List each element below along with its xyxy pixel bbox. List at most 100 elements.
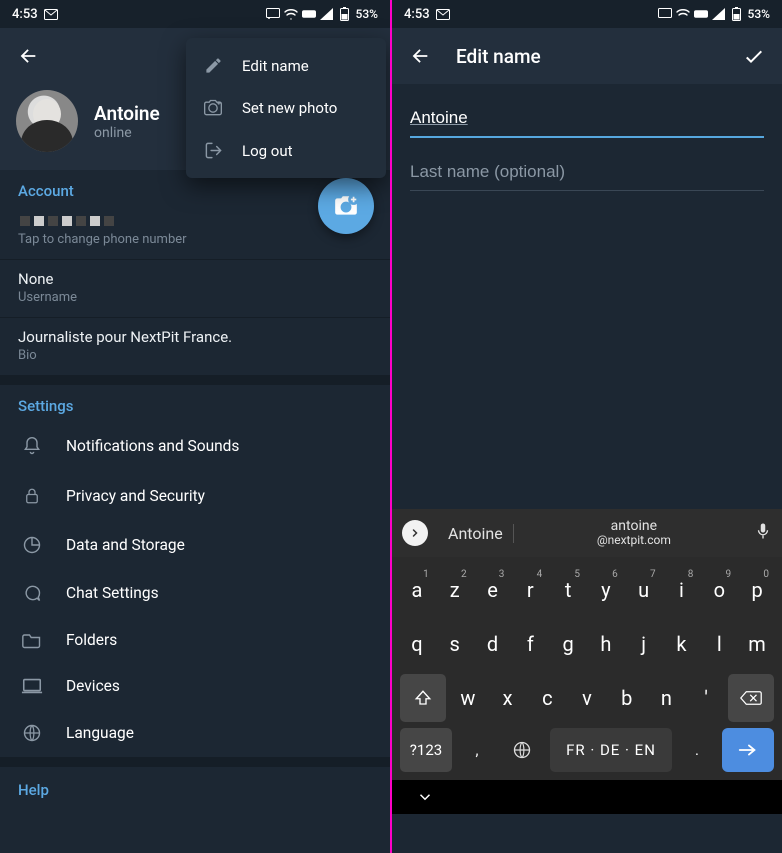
key-a[interactable]: a1 [400, 566, 434, 614]
key-u[interactable]: u7 [627, 566, 661, 614]
menu-photo-label: Set new photo [242, 99, 337, 117]
key-e[interactable]: e3 [476, 566, 510, 614]
key-backspace[interactable] [728, 674, 774, 722]
key-d[interactable]: d [476, 620, 510, 668]
key-symbols[interactable]: ?123 [400, 728, 452, 772]
key-period[interactable]: . [680, 728, 714, 772]
key-t[interactable]: t5 [551, 566, 585, 614]
last-name-field[interactable] [410, 156, 764, 191]
cast-icon [266, 7, 280, 21]
phone-sub: Tap to change phone number [18, 232, 372, 247]
setting-data[interactable]: Data and Storage [0, 521, 390, 569]
key-i[interactable]: i8 [665, 566, 699, 614]
setting-language[interactable]: Language [0, 709, 390, 757]
mail-icon [436, 7, 450, 21]
key-w[interactable]: w [450, 674, 486, 722]
fab-add-photo[interactable] [318, 178, 374, 234]
setting-label: Chat Settings [66, 584, 159, 602]
key-l[interactable]: l [702, 620, 736, 668]
vowifi-icon [694, 7, 708, 21]
suggestion-expand[interactable] [402, 520, 428, 546]
key-m[interactable]: m [740, 620, 774, 668]
menu-edit-label: Edit name [242, 57, 309, 75]
suggestion-primary[interactable]: Antoine [438, 524, 514, 543]
profile-status: online [94, 125, 160, 141]
setting-devices[interactable]: Devices [0, 663, 390, 709]
android-navbar [392, 780, 782, 814]
username-sub: Username [18, 290, 372, 305]
username-entry[interactable]: None Username [0, 260, 390, 317]
key-space[interactable]: FR · DE · EN [550, 728, 672, 772]
menu-logout[interactable]: Log out [186, 129, 386, 172]
key-apostrophe[interactable]: ' [688, 674, 724, 722]
battery-pct: 53% [748, 7, 770, 21]
help-header: Help [0, 767, 390, 803]
first-name-field[interactable] [410, 102, 764, 138]
kb-row-3: w x c v b n ' [396, 671, 778, 725]
setting-label: Notifications and Sounds [66, 437, 239, 455]
phone-left: 4:53 53% Antoine online Edit name [0, 0, 390, 853]
battery-pct: 53% [356, 7, 378, 21]
back-button[interactable] [14, 42, 42, 70]
edit-body [392, 84, 782, 509]
key-b[interactable]: b [609, 674, 645, 722]
wifi-icon [284, 7, 298, 21]
lock-icon [20, 485, 44, 507]
back-button[interactable] [406, 42, 434, 70]
key-s[interactable]: s [438, 620, 472, 668]
laptop-icon [20, 677, 44, 695]
key-p[interactable]: p0 [740, 566, 774, 614]
key-v[interactable]: v [569, 674, 605, 722]
key-c[interactable]: c [529, 674, 565, 722]
key-enter[interactable] [722, 728, 774, 772]
key-o[interactable]: o9 [702, 566, 736, 614]
key-j[interactable]: j [627, 620, 661, 668]
setting-label: Privacy and Security [66, 487, 205, 505]
nav-down-icon[interactable] [416, 788, 434, 806]
bio-entry[interactable]: Journaliste pour NextPit France. Bio [0, 318, 390, 375]
kb-row-2: q s d f g h j k l m [396, 617, 778, 671]
phone-right: 4:53 53% Edit name [392, 0, 782, 853]
key-language[interactable] [502, 728, 542, 772]
key-x[interactable]: x [490, 674, 526, 722]
suggestion-secondary[interactable]: antoine @nextpit.com [524, 518, 744, 548]
key-y[interactable]: y6 [589, 566, 623, 614]
menu-set-photo[interactable]: Set new photo [186, 87, 386, 129]
cast-icon [658, 7, 672, 21]
battery-icon [338, 7, 352, 21]
key-comma[interactable]: , [460, 728, 494, 772]
signal-icon [320, 7, 334, 21]
menu-edit-name[interactable]: Edit name [186, 44, 386, 87]
bio-sub: Bio [18, 348, 372, 363]
last-name-input[interactable] [410, 156, 764, 191]
keyboard: a1 z2 e3 r4 t5 y6 u7 i8 o9 p0 q s d f g … [392, 557, 782, 780]
app-bar-edit: Edit name [392, 28, 782, 84]
logout-icon [202, 141, 224, 160]
key-q[interactable]: q [400, 620, 434, 668]
avatar[interactable] [16, 90, 78, 152]
bell-icon [20, 435, 44, 457]
phone-number-redacted [18, 216, 372, 230]
key-n[interactable]: n [649, 674, 685, 722]
mic-button[interactable] [754, 520, 772, 546]
confirm-button[interactable] [740, 42, 768, 70]
globe-icon [20, 723, 44, 743]
bio-val: Journaliste pour NextPit France. [18, 328, 372, 346]
key-h[interactable]: h [589, 620, 623, 668]
key-f[interactable]: f [513, 620, 547, 668]
first-name-input[interactable] [410, 102, 764, 138]
key-r[interactable]: r4 [513, 566, 547, 614]
key-shift[interactable] [400, 674, 446, 722]
key-z[interactable]: z2 [438, 566, 472, 614]
kb-row-1: a1 z2 e3 r4 t5 y6 u7 i8 o9 p0 [396, 563, 778, 617]
clock: 4:53 [12, 7, 38, 22]
scroll-content: Account Tap to change phone number None … [0, 170, 390, 803]
key-g[interactable]: g [551, 620, 585, 668]
setting-label: Data and Storage [66, 536, 185, 554]
setting-privacy[interactable]: Privacy and Security [0, 471, 390, 521]
setting-notifications[interactable]: Notifications and Sounds [0, 421, 390, 471]
setting-chat[interactable]: Chat Settings [0, 569, 390, 617]
setting-folders[interactable]: Folders [0, 617, 390, 663]
keyboard-suggestions: Antoine antoine @nextpit.com [392, 509, 782, 557]
key-k[interactable]: k [665, 620, 699, 668]
